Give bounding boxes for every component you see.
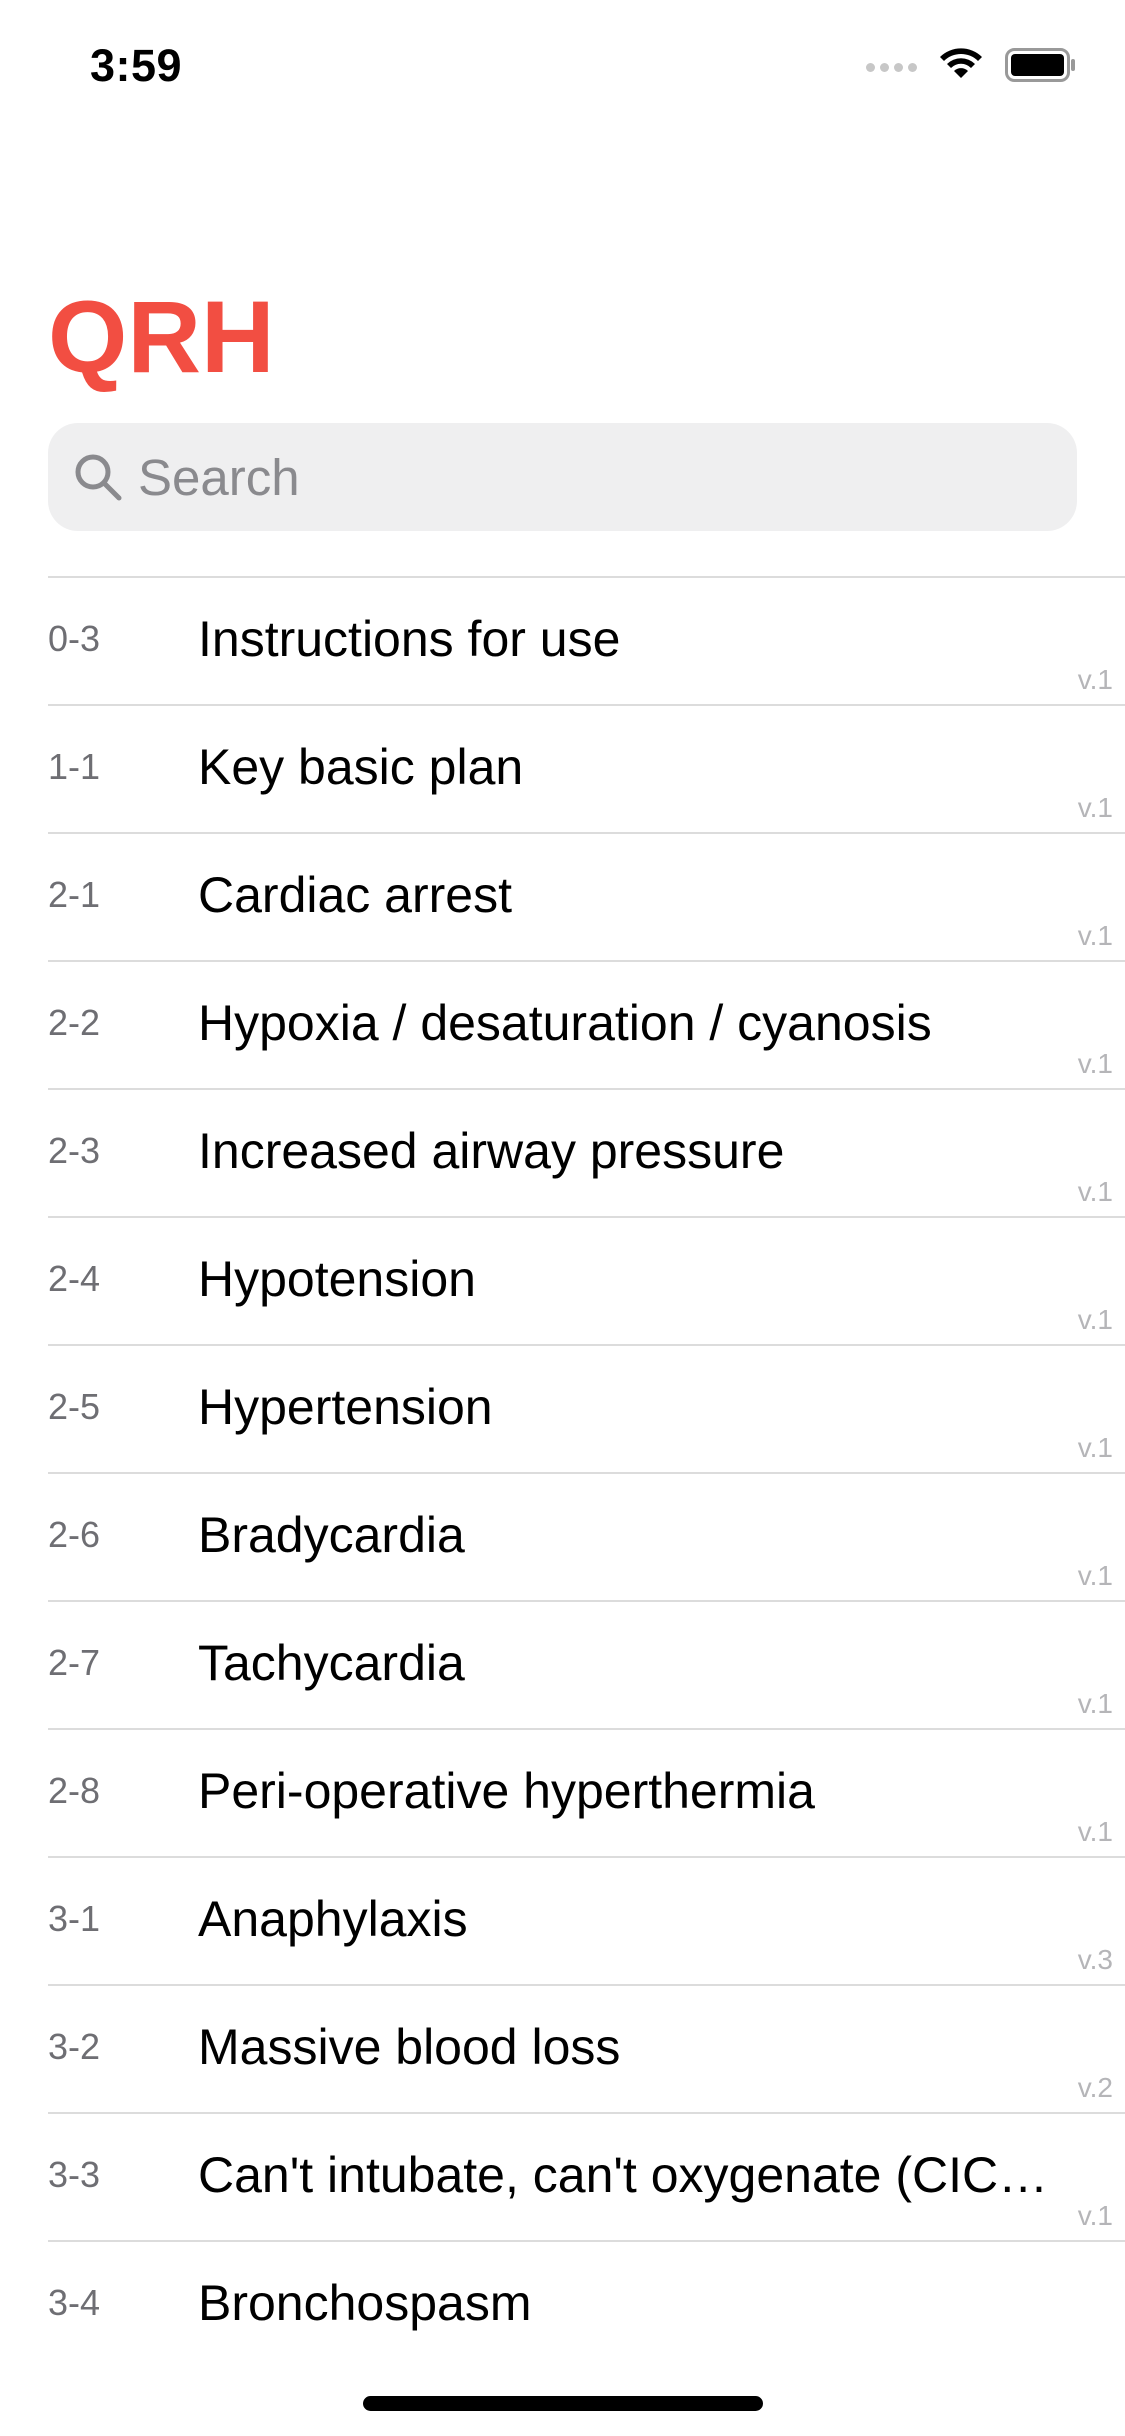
list-item[interactable]: 2-5 Hypertension v.1 [48, 1344, 1125, 1472]
page-title: QRH [48, 280, 275, 394]
list-item[interactable]: 2-4 Hypotension v.1 [48, 1216, 1125, 1344]
item-version: v.3 [1077, 1944, 1113, 1975]
item-version: v.1 [1077, 920, 1113, 951]
list-item[interactable]: 2-8 Peri-operative hyperthermia v.1 [48, 1728, 1125, 1856]
list-item[interactable]: 2-2 Hypoxia / desaturation / cyanosis v.1 [48, 960, 1125, 1088]
list-item[interactable]: 3-3 Can't intubate, can't oxygenate (CIC…… [48, 2112, 1125, 2240]
item-code: 2-4 [48, 1258, 101, 1299]
item-code: 2-6 [48, 1514, 101, 1555]
list-item[interactable]: 2-6 Bradycardia v.1 [48, 1472, 1125, 1600]
item-code: 3-3 [48, 2154, 101, 2195]
item-title: Hypotension [198, 1251, 476, 1307]
list-item[interactable]: 1-1 Key basic plan v.1 [48, 704, 1125, 832]
item-title: Cardiac arrest [198, 867, 512, 923]
list-item[interactable]: 3-1 Anaphylaxis v.3 [48, 1856, 1125, 1984]
status-icons [866, 48, 1077, 87]
item-code: 2-3 [48, 1130, 101, 1171]
status-time: 3:59 [90, 40, 183, 91]
item-version: v.1 [1077, 792, 1113, 823]
list-item[interactable]: 3-2 Massive blood loss v.2 [48, 1984, 1125, 2112]
list-item[interactable]: 2-1 Cardiac arrest v.1 [48, 832, 1125, 960]
list-item[interactable]: 2-7 Tachycardia v.1 [48, 1600, 1125, 1728]
item-code: 2-8 [48, 1770, 101, 1811]
item-version: v.1 [1077, 1688, 1113, 1719]
item-title: Instructions for use [198, 611, 621, 667]
item-version: v.1 [1077, 2200, 1113, 2231]
item-title: Peri-operative hyperthermia [198, 1763, 815, 1819]
item-code: 3-4 [48, 2282, 101, 2323]
item-title: Hypoxia / desaturation / cyanosis [198, 995, 932, 1051]
procedure-list: 0-3 Instructions for use v.1 1-1 Key basic p… [48, 576, 1125, 2368]
search-input[interactable] [138, 447, 1038, 507]
item-code: 2-7 [48, 1642, 101, 1683]
item-title: Increased airway pressure [198, 1123, 785, 1179]
item-code: 0-3 [48, 618, 101, 659]
item-version: v.1 [1077, 1304, 1113, 1335]
list-item[interactable]: 3-4 Bronchospasm [48, 2240, 1125, 2368]
item-title: Massive blood loss [198, 2019, 621, 2075]
item-version: v.1 [1077, 664, 1113, 695]
item-code: 3-1 [48, 1898, 101, 1939]
item-title: Tachycardia [198, 1635, 465, 1691]
item-version: v.1 [1077, 1432, 1113, 1463]
item-version: v.1 [1077, 1048, 1113, 1079]
battery-icon [1005, 48, 1077, 87]
item-title: Key basic plan [198, 739, 524, 795]
wifi-icon [939, 48, 983, 87]
list-item[interactable]: 0-3 Instructions for use v.1 [48, 576, 1125, 704]
search-bar[interactable] [48, 423, 1077, 531]
search-icon [68, 447, 128, 507]
item-code: 2-2 [48, 1002, 101, 1043]
item-version: v.1 [1077, 1176, 1113, 1207]
home-indicator[interactable] [363, 2396, 763, 2411]
item-version: v.1 [1077, 1560, 1113, 1591]
item-code: 3-2 [48, 2026, 101, 2067]
item-title: Bronchospasm [198, 2275, 532, 2331]
item-title: Bradycardia [198, 1507, 465, 1563]
item-version: v.1 [1077, 1816, 1113, 1847]
item-title: Anaphylaxis [198, 1891, 468, 1947]
item-title: Can't intubate, can't oxygenate (CIC… [198, 2147, 1049, 2203]
cellular-signal-icon [866, 63, 917, 72]
item-code: 2-1 [48, 874, 101, 915]
item-title: Hypertension [198, 1379, 493, 1435]
status-bar: 3:59 [0, 0, 1125, 132]
item-code: 1-1 [48, 746, 101, 787]
item-code: 2-5 [48, 1386, 101, 1427]
item-version: v.2 [1077, 2072, 1113, 2103]
list-item[interactable]: 2-3 Increased airway pressure v.1 [48, 1088, 1125, 1216]
